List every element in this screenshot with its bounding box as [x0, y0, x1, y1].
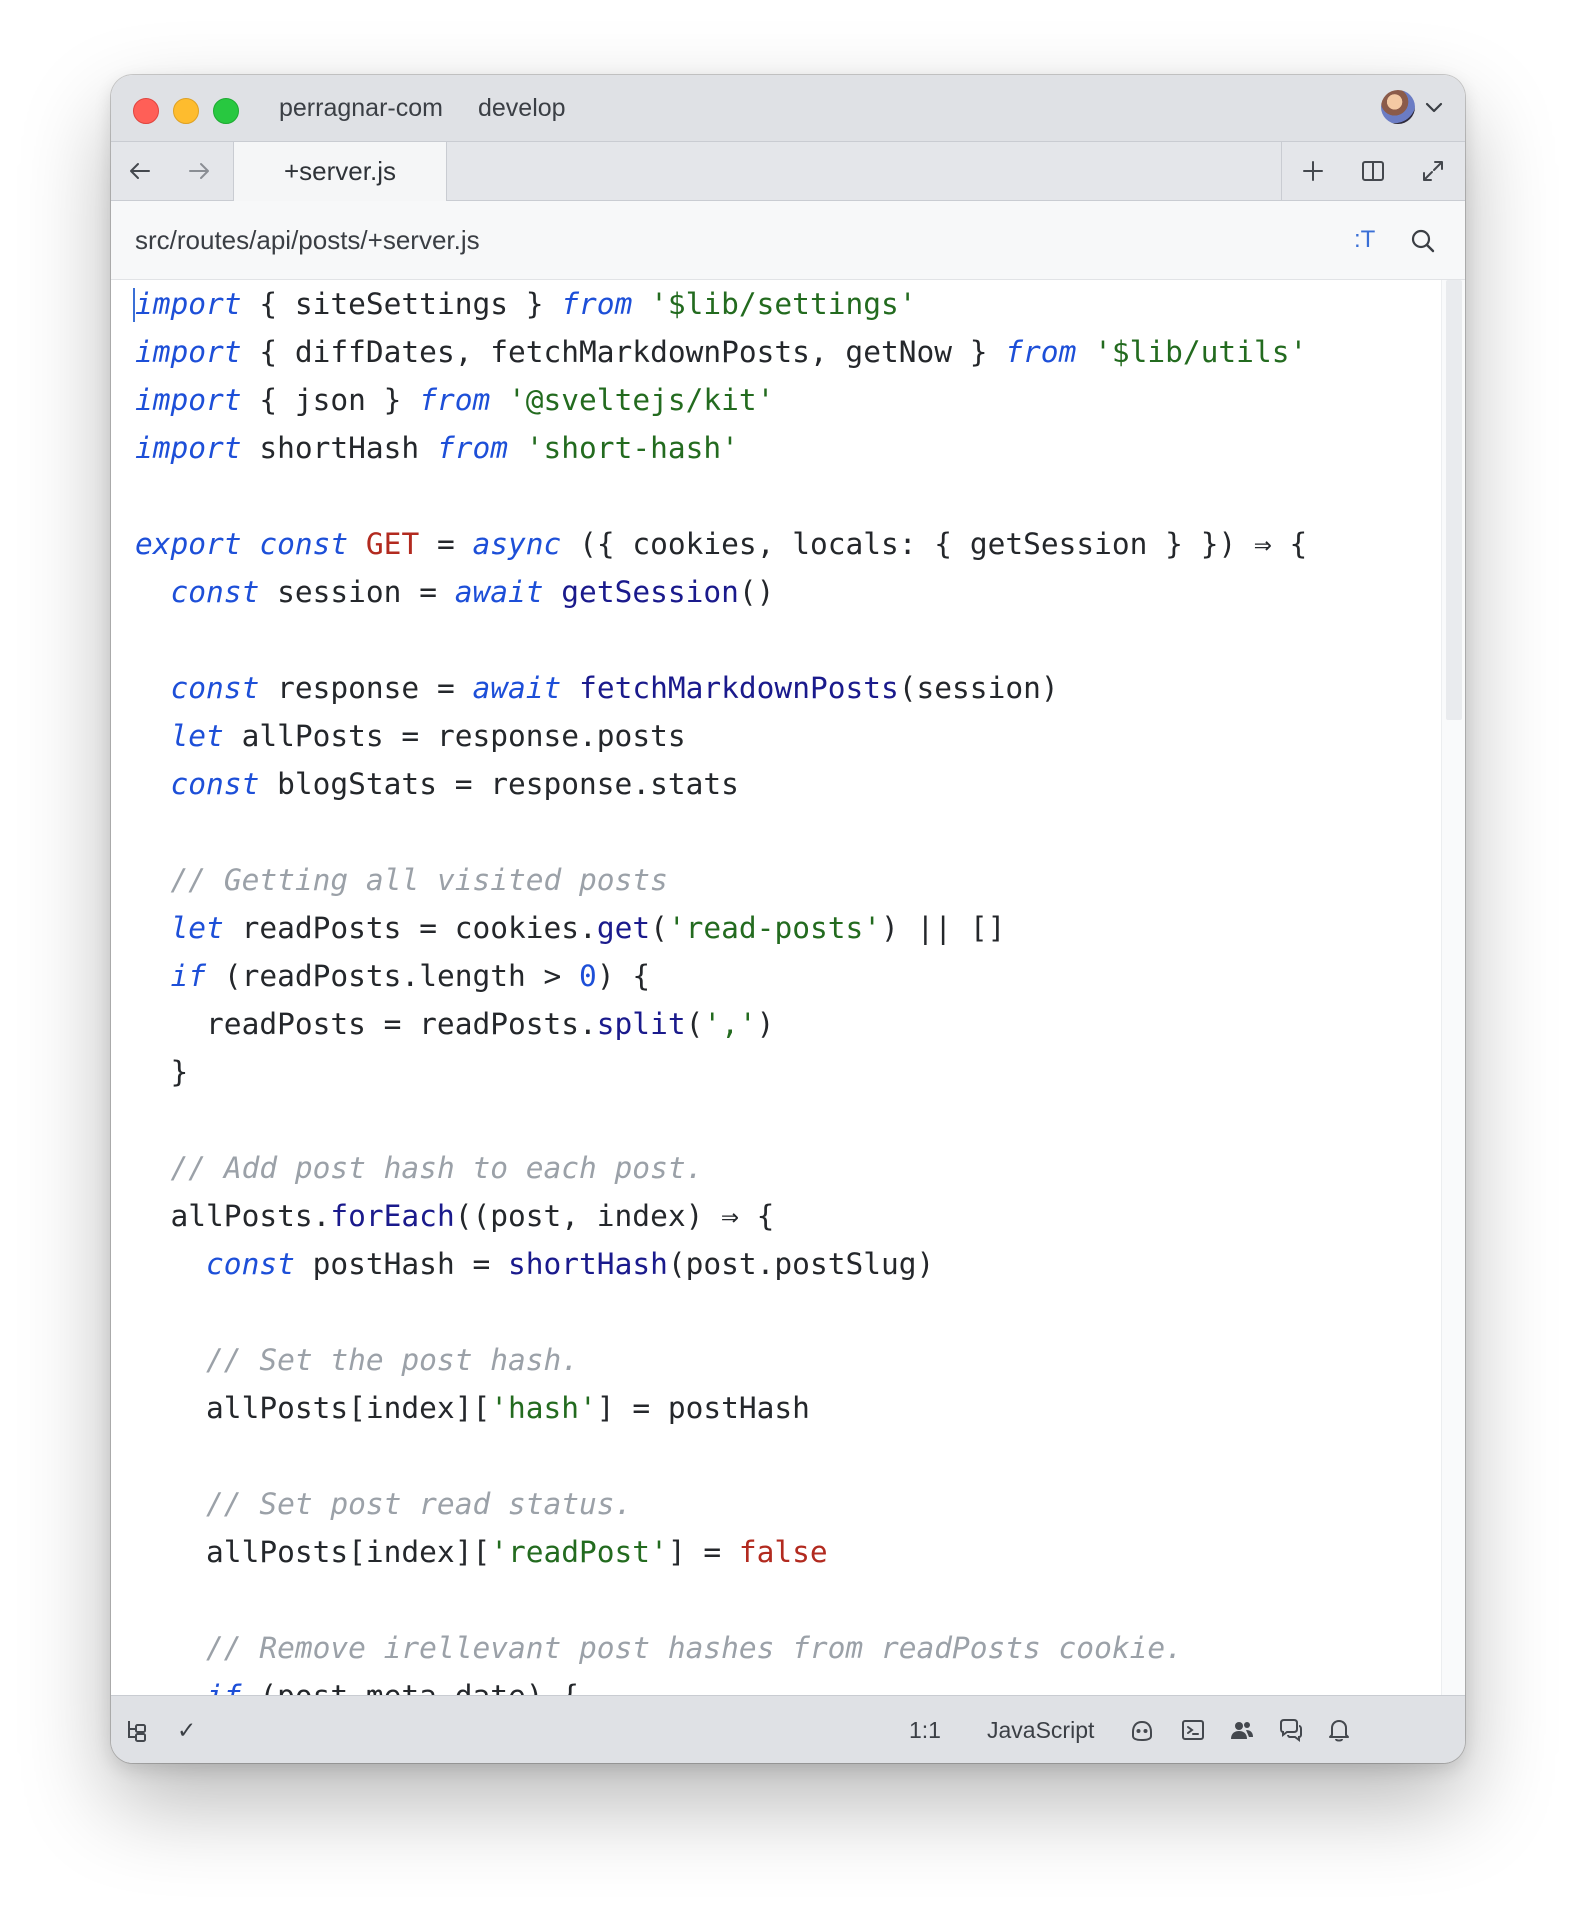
code-line[interactable]: ​: [135, 1096, 1307, 1144]
editor-scrollbar[interactable]: [1441, 280, 1465, 1695]
branch-name[interactable]: develop: [478, 93, 566, 123]
chevron-down-icon[interactable]: [1422, 95, 1446, 119]
code-line[interactable]: import shortHash from 'short-hash': [135, 424, 1307, 472]
code-line[interactable]: ​: [135, 616, 1307, 664]
cursor-position[interactable]: 1:1: [909, 1716, 941, 1744]
code-line[interactable]: ​: [135, 808, 1307, 856]
tab-bar: +server.js: [111, 142, 1465, 201]
code-line[interactable]: allPosts.forEach((post, index) ⇒ {: [135, 1192, 1307, 1240]
code-line[interactable]: ​: [135, 472, 1307, 520]
plus-icon[interactable]: [1298, 156, 1328, 186]
scrollbar-thumb[interactable]: [1446, 280, 1462, 720]
code-line[interactable]: allPosts[index]['hash'] = postHash: [135, 1384, 1307, 1432]
code-line[interactable]: // Remove irellevant post hashes from re…: [135, 1624, 1307, 1672]
code-editor[interactable]: import { siteSettings } from '$lib/setti…: [111, 280, 1441, 1695]
code-lines: import { siteSettings } from '$lib/setti…: [133, 280, 1307, 1695]
diagnostics-check-icon[interactable]: ✓: [177, 1716, 196, 1744]
code-line[interactable]: readPosts = readPosts.split(','): [135, 1000, 1307, 1048]
project-panel-icon[interactable]: [123, 1716, 151, 1744]
zoom-window-button[interactable]: [213, 98, 239, 124]
expand-icon[interactable]: [1418, 156, 1448, 186]
code-line[interactable]: // Add post hash to each post.: [135, 1144, 1307, 1192]
collaboration-icon[interactable]: [1228, 1716, 1256, 1744]
code-line[interactable]: import { diffDates, fetchMarkdownPosts, …: [135, 328, 1307, 376]
notifications-bell-icon[interactable]: [1325, 1716, 1353, 1744]
forward-arrow-icon[interactable]: [184, 156, 214, 186]
code-line[interactable]: const response = await fetchMarkdownPost…: [135, 664, 1307, 712]
text-cursor: [133, 288, 135, 322]
symbol-outline-button[interactable]: :T: [1354, 225, 1375, 255]
code-line[interactable]: let readPosts = cookies.get('read-posts'…: [135, 904, 1307, 952]
code-line[interactable]: ​: [135, 1288, 1307, 1336]
file-path[interactable]: src/routes/api/posts/+server.js: [135, 225, 480, 255]
code-line[interactable]: if (readPosts.length > 0) {: [135, 952, 1307, 1000]
code-line[interactable]: ​: [135, 1432, 1307, 1480]
editor-window: perragnar-com develop +server.js src/rou…: [111, 75, 1465, 1763]
minimize-window-button[interactable]: [173, 98, 199, 124]
code-line[interactable]: import { siteSettings } from '$lib/setti…: [133, 280, 1307, 328]
code-line[interactable]: const blogStats = response.stats: [135, 760, 1307, 808]
search-icon[interactable]: [1409, 227, 1437, 255]
code-line[interactable]: }: [135, 1048, 1307, 1096]
title-bar: perragnar-com develop: [111, 75, 1465, 142]
code-line[interactable]: // Set the post hash.: [135, 1336, 1307, 1384]
project-name[interactable]: perragnar-com: [279, 93, 443, 123]
status-bar: ✓ 1:1 JavaScript: [111, 1695, 1465, 1763]
breadcrumb: src/routes/api/posts/+server.js :T: [111, 201, 1465, 280]
code-line[interactable]: allPosts[index]['readPost'] = false: [135, 1528, 1307, 1576]
copilot-icon[interactable]: [1128, 1716, 1156, 1744]
code-line[interactable]: ​: [135, 1576, 1307, 1624]
back-arrow-icon[interactable]: [125, 156, 155, 186]
code-line[interactable]: if (post.meta.date) {: [135, 1672, 1307, 1695]
code-line[interactable]: import { json } from '@sveltejs/kit': [135, 376, 1307, 424]
avatar[interactable]: [1381, 90, 1415, 124]
tab-server-js[interactable]: +server.js: [233, 142, 447, 201]
close-window-button[interactable]: [133, 98, 159, 124]
code-line[interactable]: let allPosts = response.posts: [135, 712, 1307, 760]
terminal-icon[interactable]: [1179, 1716, 1207, 1744]
code-line[interactable]: // Set post read status.: [135, 1480, 1307, 1528]
code-line[interactable]: // Getting all visited posts: [135, 856, 1307, 904]
split-view-icon[interactable]: [1358, 156, 1388, 186]
tab-actions: [1281, 142, 1465, 200]
code-line[interactable]: const postHash = shortHash(post.postSlug…: [135, 1240, 1307, 1288]
tab-label: +server.js: [284, 156, 396, 186]
code-line[interactable]: const session = await getSession(): [135, 568, 1307, 616]
language-selector[interactable]: JavaScript: [987, 1716, 1094, 1744]
chat-icon[interactable]: [1277, 1716, 1305, 1744]
code-line[interactable]: export const GET = async ({ cookies, loc…: [135, 520, 1307, 568]
